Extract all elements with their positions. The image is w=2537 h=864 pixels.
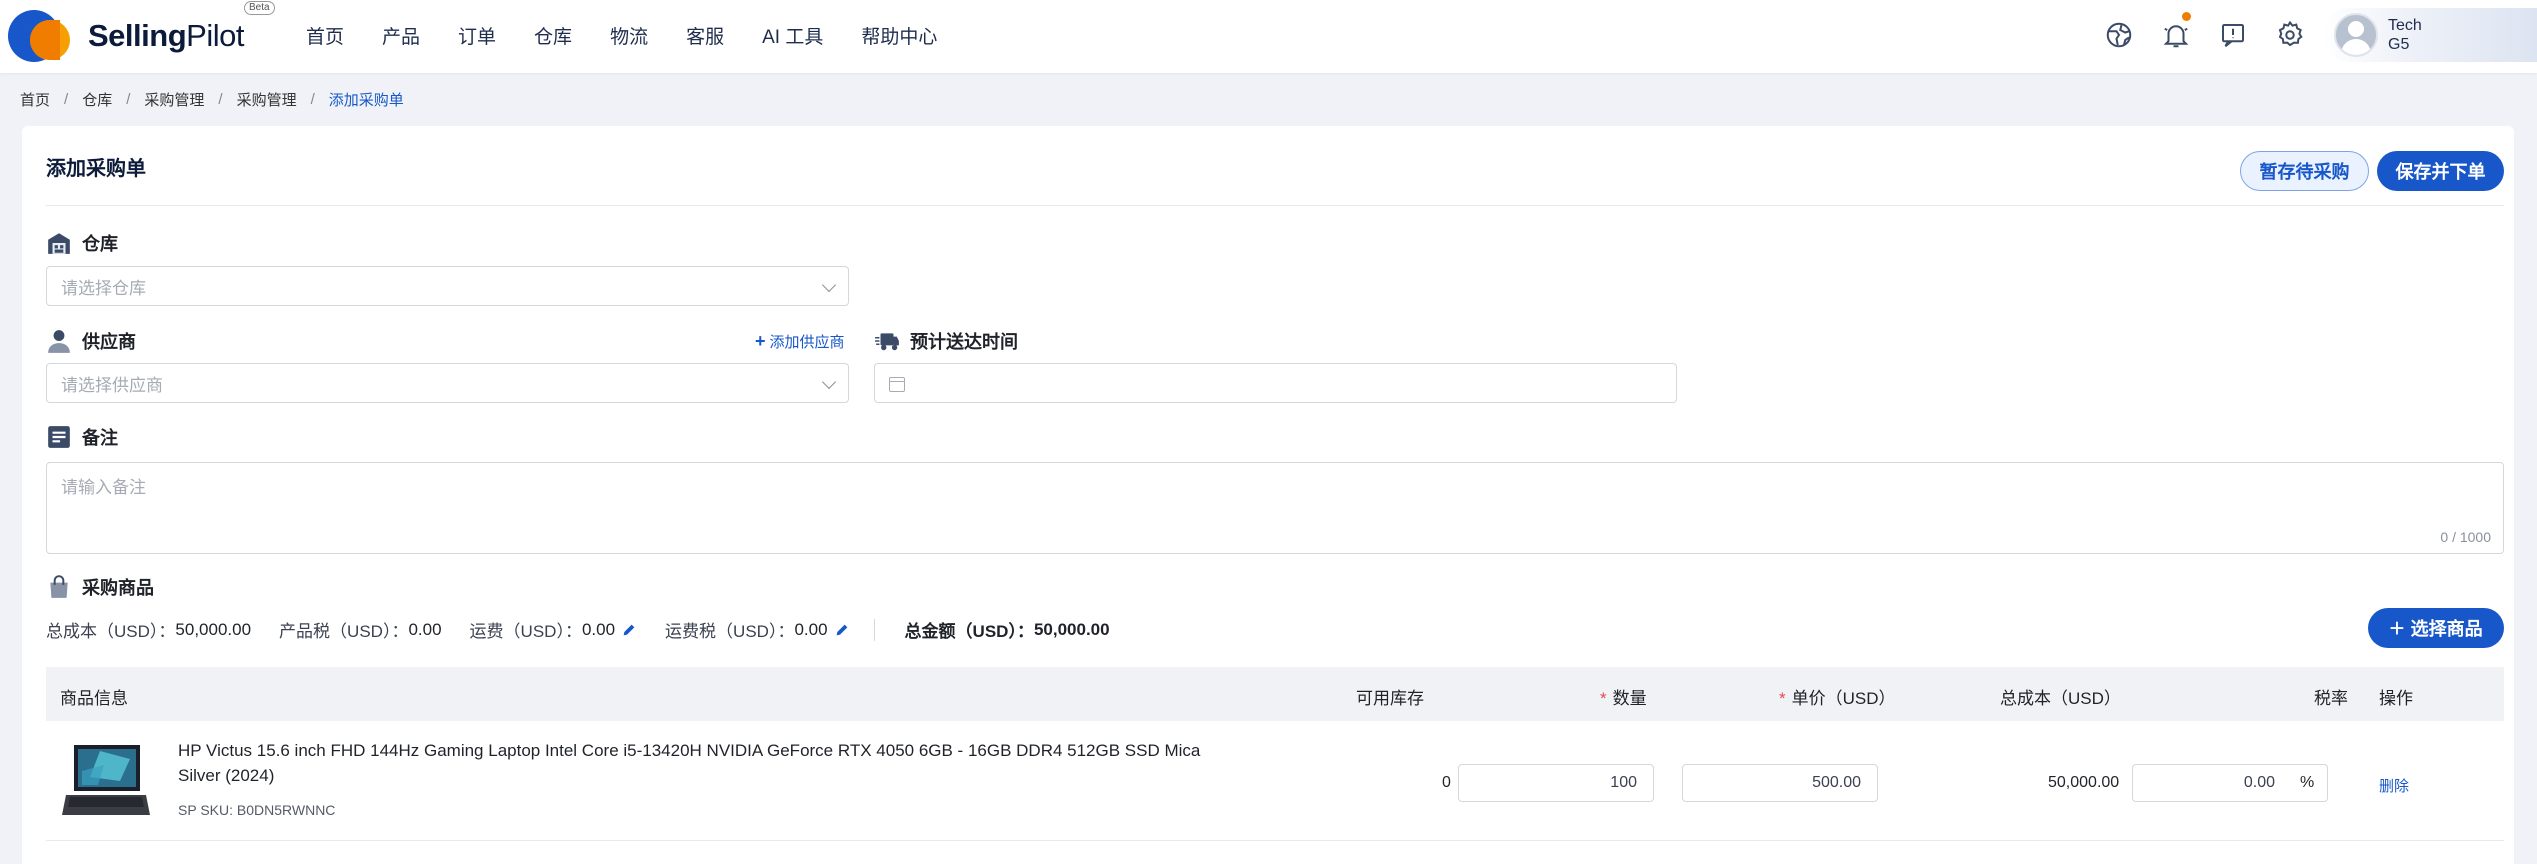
product-laptop-image	[62, 745, 150, 815]
products-label: 采购商品	[46, 574, 154, 600]
breadcrumb-warehouse[interactable]: 仓库	[82, 89, 112, 110]
supplier-label: 供应商	[46, 328, 136, 354]
col-product-info: 商品信息	[60, 689, 128, 708]
breadcrumb-separator: /	[218, 91, 223, 108]
logo-mark-icon	[8, 8, 76, 64]
calendar-icon	[889, 377, 905, 392]
delete-row-link[interactable]: 删除	[2379, 775, 2409, 796]
breadcrumb-current: 添加采购单	[328, 92, 404, 109]
summary-divider	[873, 618, 875, 641]
user-name: Tech G5	[2388, 17, 2422, 53]
col-quantity: * 数量	[1600, 689, 1647, 708]
remark-char-counter: 0 / 1000	[2440, 529, 2491, 545]
edit-shipping-pencil-icon[interactable]	[621, 622, 637, 638]
breadcrumb: 首页 / 仓库 / 采购管理 / 采购管理 / 添加采购单	[20, 89, 404, 110]
breadcrumb-separator: /	[310, 91, 315, 108]
warehouse-icon	[48, 233, 70, 254]
col-available-stock: 可用库存	[1356, 689, 1424, 708]
tax-percent-unit: %	[2300, 774, 2315, 791]
page-title: 添加采购单	[46, 158, 146, 180]
beta-badge: Beta	[244, 1, 275, 15]
breadcrumb-separator: /	[64, 91, 69, 108]
col-tax-rate: 税率	[2314, 689, 2348, 708]
cost-summary: 总成本（USD）： 50,000.00 产品税（USD）： 0.00 运费（USD）…	[46, 617, 1138, 642]
breadcrumb-separator: /	[126, 91, 131, 108]
eta-date-picker[interactable]	[874, 363, 1677, 403]
product-name: HP Victus 15.6 inch FHD 144Hz Gaming Lap…	[178, 741, 1201, 785]
globe-icon[interactable]	[2098, 14, 2140, 56]
purchase-order-card: 添加采购单 暂存待采购 保存并下单 仓库 请选择仓库 供应商 + 添加供应商 请选…	[22, 126, 2514, 864]
top-navbar: SellingPilot Beta 首页 产品 订单 仓库 物流 客服 AI 工…	[0, 0, 2537, 73]
remark-label: 备注	[46, 424, 118, 450]
available-stock-value: 0	[1442, 774, 1451, 791]
table-row: HP Victus 15.6 inch FHD 144Hz Gaming Lap…	[46, 721, 2504, 841]
remark-textarea[interactable]: 请输入备注 0 / 1000	[46, 462, 2504, 554]
shopping-bag-icon	[50, 575, 68, 598]
summary-grand-total: 总金额（USD）： 50,000.00	[904, 619, 1110, 642]
notification-dot	[2182, 12, 2191, 21]
breadcrumb-home[interactable]: 首页	[20, 89, 50, 110]
save-draft-button[interactable]: 暂存待采购	[2240, 151, 2369, 191]
avatar	[2334, 13, 2378, 57]
user-menu[interactable]: Tech G5	[2322, 8, 2537, 62]
brand-logo[interactable]: SellingPilot	[8, 8, 244, 64]
summary-shipping-tax: 运费税（USD）： 0.00	[665, 617, 850, 642]
nav-item-products[interactable]: 产品	[382, 22, 420, 49]
nav-item-customer-service[interactable]: 客服	[686, 22, 724, 49]
summary-shipping: 运费（USD）： 0.00	[470, 617, 638, 642]
nav-item-orders[interactable]: 订单	[458, 22, 496, 49]
plus-icon: +	[2389, 613, 2405, 643]
chevron-down-icon	[821, 374, 837, 390]
nav-item-warehouse[interactable]: 仓库	[534, 22, 572, 49]
eta-label: 预计送达时间	[874, 328, 1018, 354]
bell-icon[interactable]	[2155, 12, 2197, 56]
products-table-header: 商品信息 可用库存 * 数量 * 单价（USD） 总成本（USD） 税率 操作	[46, 667, 2504, 721]
top-icons	[2098, 12, 2326, 56]
summary-total-cost: 总成本（USD）： 50,000.00	[46, 619, 252, 642]
main-nav: 首页 产品 订单 仓库 物流 客服 AI 工具 帮助中心	[306, 0, 975, 70]
settings-gear-icon[interactable]	[2269, 14, 2311, 56]
nav-item-ai-tools[interactable]: AI 工具	[762, 22, 823, 49]
supplier-select[interactable]: 请选择供应商	[46, 363, 849, 403]
summary-product-tax: 产品税（USD）： 0.00	[279, 619, 442, 642]
nav-item-home[interactable]: 首页	[306, 22, 344, 49]
delivery-truck-icon	[875, 333, 899, 351]
brand-name: SellingPilot	[88, 18, 244, 53]
message-icon[interactable]	[2212, 14, 2254, 56]
select-products-button[interactable]: + 选择商品	[2368, 608, 2504, 648]
supplier-person-icon	[48, 330, 70, 353]
row-total-cost: 50,000.00	[2048, 774, 2120, 791]
col-actions: 操作	[2379, 689, 2413, 708]
breadcrumb-purchase-management-2[interactable]: 采购管理	[237, 89, 297, 110]
breadcrumb-purchase-management[interactable]: 采购管理	[144, 89, 204, 110]
add-supplier-link[interactable]: + 添加供应商	[755, 331, 845, 352]
edit-shipping-tax-pencil-icon[interactable]	[834, 622, 850, 638]
save-and-order-button[interactable]: 保存并下单	[2377, 151, 2504, 191]
col-unit-price: * 单价（USD）	[1779, 689, 1896, 708]
nav-item-help-center[interactable]: 帮助中心	[861, 22, 937, 49]
nav-item-logistics[interactable]: 物流	[610, 22, 648, 49]
note-icon	[48, 426, 70, 448]
plus-icon: +	[755, 331, 766, 351]
header-divider	[46, 205, 2504, 206]
warehouse-select[interactable]: 请选择仓库	[46, 266, 849, 306]
tax-rate-input[interactable]: 0.00	[2132, 764, 2328, 802]
warehouse-label: 仓库	[46, 230, 118, 256]
unit-price-input[interactable]: 500.00	[1682, 764, 1878, 802]
product-sku: SP SKU: B0DN5RWNNC	[178, 802, 336, 818]
quantity-input[interactable]: 100	[1458, 764, 1654, 802]
chevron-down-icon	[821, 277, 837, 293]
col-total-cost: 总成本（USD）	[2000, 689, 2121, 708]
